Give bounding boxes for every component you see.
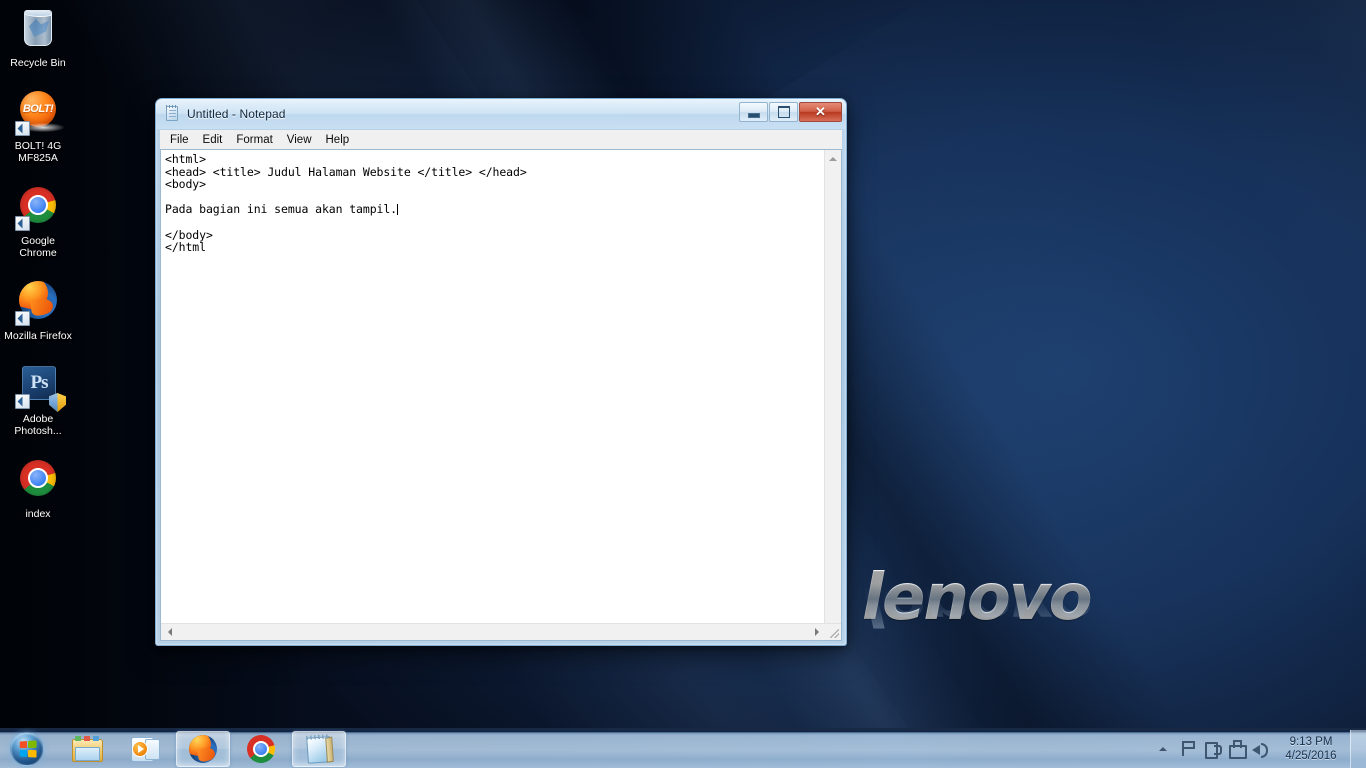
scroll-right-arrow-icon[interactable] (808, 624, 825, 640)
shortcut-arrow-icon (15, 394, 30, 409)
window-title: Untitled - Notepad (187, 107, 286, 121)
close-button[interactable]: ✕ (799, 102, 842, 122)
desktop-icon-bolt-4g[interactable]: BOLT! BOLT! 4G MF825A (0, 89, 76, 164)
photoshop-icon: Ps (14, 362, 62, 410)
uac-shield-icon (49, 393, 66, 412)
taskbar-button-firefox[interactable] (176, 731, 230, 767)
system-tray: 9:13 PM 4/25/2016 (1153, 730, 1366, 768)
lenovo-logo-reflection: lenovo (862, 578, 1152, 632)
plug-icon[interactable] (1204, 740, 1221, 757)
menu-item-help[interactable]: Help (319, 131, 357, 149)
desktop-icon-label: Recycle Bin (0, 57, 76, 69)
desktop-icon-list: Recycle Bin BOLT! BOLT! 4G MF825A Google… (0, 6, 76, 540)
chrome-document-icon (14, 457, 62, 505)
chrome-icon (247, 735, 275, 763)
notepad-text-area[interactable]: <html> <head> <title> Judul Halaman Webs… (161, 150, 824, 623)
desktop[interactable]: lenovo lenovo Recycle Bin BOLT! BOLT! 4G… (0, 0, 1366, 768)
shortcut-arrow-icon (15, 311, 30, 326)
clock-date: 4/25/2016 (1278, 749, 1344, 763)
start-orb-icon (10, 732, 44, 766)
horizontal-scroll-track[interactable] (178, 624, 808, 640)
notepad-window[interactable]: Untitled - Notepad ✕ File Edit Format Vi… (155, 98, 847, 646)
maximize-button[interactable] (769, 102, 798, 122)
desktop-icon-label: Mozilla Firefox (0, 330, 76, 342)
start-button[interactable] (2, 730, 52, 768)
clock[interactable]: 9:13 PM 4/25/2016 (1276, 735, 1346, 763)
taskbar-button-windows-explorer[interactable] (60, 731, 114, 767)
notepad-menubar: File Edit Format View Help (160, 129, 842, 149)
notepad-document-text: <html> <head> <title> Judul Halaman Webs… (165, 152, 527, 254)
desktop-icon-google-chrome[interactable]: Google Chrome (0, 184, 76, 259)
desktop-icon-recycle-bin[interactable]: Recycle Bin (0, 6, 76, 69)
taskbar-button-chrome[interactable] (234, 731, 288, 767)
show-hidden-icons-button[interactable] (1153, 731, 1173, 767)
scroll-left-arrow-icon[interactable] (161, 624, 178, 640)
shortcut-arrow-icon (15, 216, 30, 231)
bolt-modem-icon: BOLT! (14, 89, 62, 137)
lenovo-logo: lenovo lenovo (862, 566, 1152, 676)
speaker-icon[interactable] (1252, 740, 1269, 757)
taskbar[interactable]: 9:13 PM 4/25/2016 (0, 728, 1366, 768)
notepad-icon (165, 106, 181, 122)
resize-grip[interactable] (825, 624, 841, 640)
text-caret (397, 204, 398, 215)
desktop-icon-index[interactable]: index (0, 457, 76, 520)
shortcut-arrow-icon (15, 121, 30, 136)
firefox-icon (14, 279, 62, 327)
horizontal-scrollbar[interactable] (161, 623, 841, 640)
desktop-icon-label: Adobe Photosh... (0, 413, 76, 437)
notepad-text-row: <html> <head> <title> Judul Halaman Webs… (161, 150, 841, 623)
desktop-icon-label: Google Chrome (0, 235, 76, 259)
media-player-icon (131, 736, 159, 762)
desktop-icon-mozilla-firefox[interactable]: Mozilla Firefox (0, 279, 76, 342)
desktop-icon-label: BOLT! 4G MF825A (0, 140, 76, 164)
taskbar-button-notepad[interactable] (292, 731, 346, 767)
desktop-icon-label: index (0, 508, 76, 520)
scroll-up-arrow-icon[interactable] (825, 150, 841, 167)
menu-item-view[interactable]: View (280, 131, 319, 149)
recycle-bin-icon (14, 6, 62, 54)
desktop-icon-adobe-photoshop[interactable]: Ps Adobe Photosh... (0, 362, 76, 437)
show-desktop-button[interactable] (1350, 730, 1366, 768)
notepad-titlebar[interactable]: Untitled - Notepad ✕ (156, 99, 846, 129)
flag-icon[interactable] (1180, 740, 1197, 757)
vertical-scroll-track[interactable] (825, 167, 841, 623)
menu-item-file[interactable]: File (163, 131, 196, 149)
chrome-icon (14, 184, 62, 232)
vertical-scrollbar[interactable] (824, 150, 841, 623)
network-icon[interactable] (1228, 740, 1245, 757)
notepad-client-area: <html> <head> <title> Judul Halaman Webs… (160, 149, 842, 641)
window-controls: ✕ (739, 102, 842, 122)
minimize-button[interactable] (739, 102, 768, 122)
folder-icon (72, 736, 102, 762)
firefox-icon (189, 735, 217, 763)
tray-icon-list (1173, 740, 1276, 757)
taskbar-button-media-player[interactable] (118, 731, 172, 767)
taskbar-buttons (60, 731, 346, 767)
notepad-icon (304, 735, 334, 763)
clock-time: 9:13 PM (1278, 735, 1344, 749)
menu-item-format[interactable]: Format (229, 131, 279, 149)
menu-item-edit[interactable]: Edit (196, 131, 230, 149)
